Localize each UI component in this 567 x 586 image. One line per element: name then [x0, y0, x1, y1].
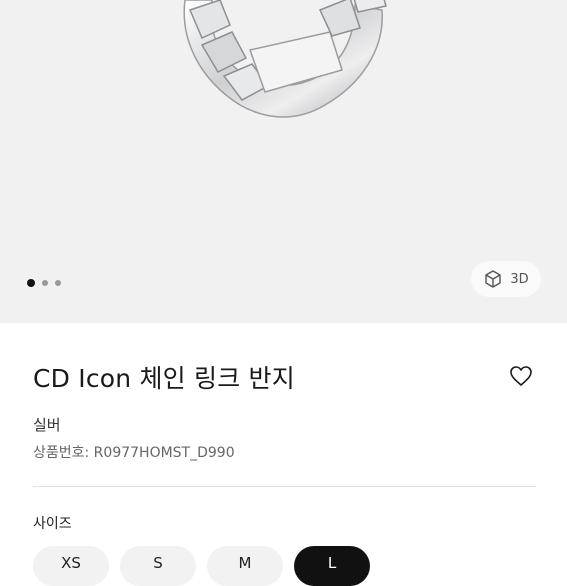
view-3d-button[interactable]: 3D — [471, 261, 541, 297]
carousel-dots — [27, 279, 61, 287]
carousel-dot-active[interactable] — [27, 279, 35, 287]
size-option-m[interactable]: M — [207, 546, 283, 586]
size-label: 사이즈 — [33, 516, 72, 532]
carousel-dot[interactable] — [55, 280, 61, 286]
size-option-l[interactable]: L — [294, 546, 370, 586]
size-options: XS S M L — [33, 546, 370, 586]
size-option-xs[interactable]: XS — [33, 546, 109, 586]
divider — [33, 486, 536, 487]
product-code: 상품번호: R0977HOMST_D990 — [33, 445, 235, 461]
product-color: 실버 — [33, 416, 61, 434]
heart-icon[interactable] — [509, 365, 533, 387]
size-option-s[interactable]: S — [120, 546, 196, 586]
view-3d-label: 3D — [510, 271, 529, 287]
product-image-gallery[interactable]: 3D — [0, 0, 567, 323]
carousel-dot[interactable] — [42, 280, 48, 286]
product-title: CD Icon 체인 링크 반지 — [33, 364, 295, 393]
cube-icon — [485, 270, 502, 288]
product-image — [183, 0, 387, 118]
product-info: CD Icon 체인 링크 반지 실버 상품번호: R0977HOMST_D99… — [0, 323, 567, 586]
